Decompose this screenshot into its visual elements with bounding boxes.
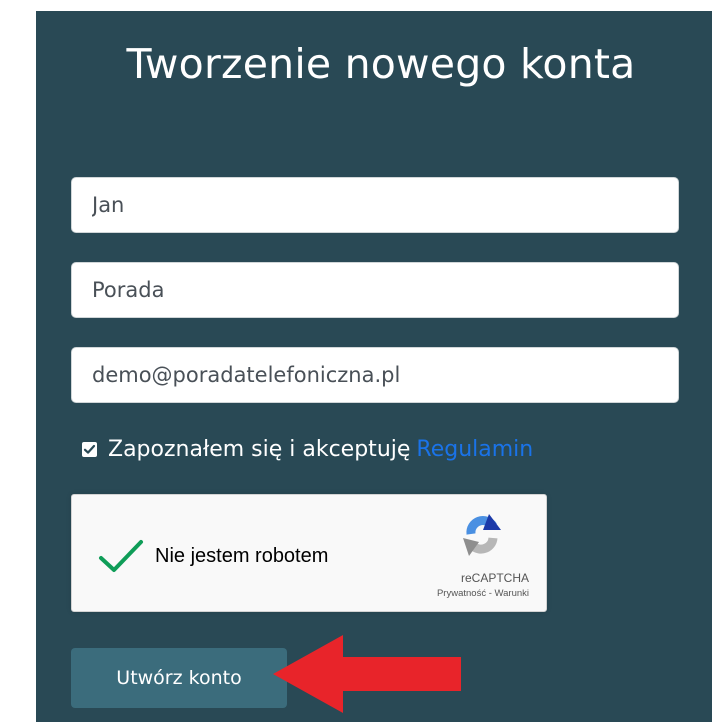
terms-consent: Zapoznałem się i akceptuję Regulamin: [82, 437, 533, 462]
recaptcha-label: Nie jestem robotem: [155, 545, 329, 567]
green-checkmark-icon: [99, 540, 143, 572]
checkbox-checked-icon: [83, 444, 96, 454]
first-name-field[interactable]: [71, 177, 679, 233]
recaptcha-checkbox[interactable]: [98, 539, 144, 579]
terms-consent-text: Zapoznałem się i akceptuję: [108, 437, 411, 462]
terms-link[interactable]: Regulamin: [416, 437, 533, 462]
page-title: Tworzenie nowego konta: [126, 40, 636, 88]
recaptcha-privacy-terms[interactable]: Prywatność - Warunki: [437, 588, 529, 599]
recaptcha-widget: Nie jestem robotem reCAPTCHA Prywatność …: [71, 494, 547, 612]
red-arrow-icon: [273, 635, 461, 713]
signup-panel: Tworzenie nowego konta Zapoznałem się i …: [36, 11, 712, 722]
last-name-field[interactable]: [71, 262, 679, 318]
recaptcha-brand: reCAPTCHA: [460, 571, 529, 585]
email-field[interactable]: [71, 347, 679, 403]
create-account-button[interactable]: Utwórz konto: [71, 648, 287, 708]
recaptcha-logo-icon: [455, 510, 509, 564]
terms-checkbox[interactable]: [82, 442, 97, 457]
